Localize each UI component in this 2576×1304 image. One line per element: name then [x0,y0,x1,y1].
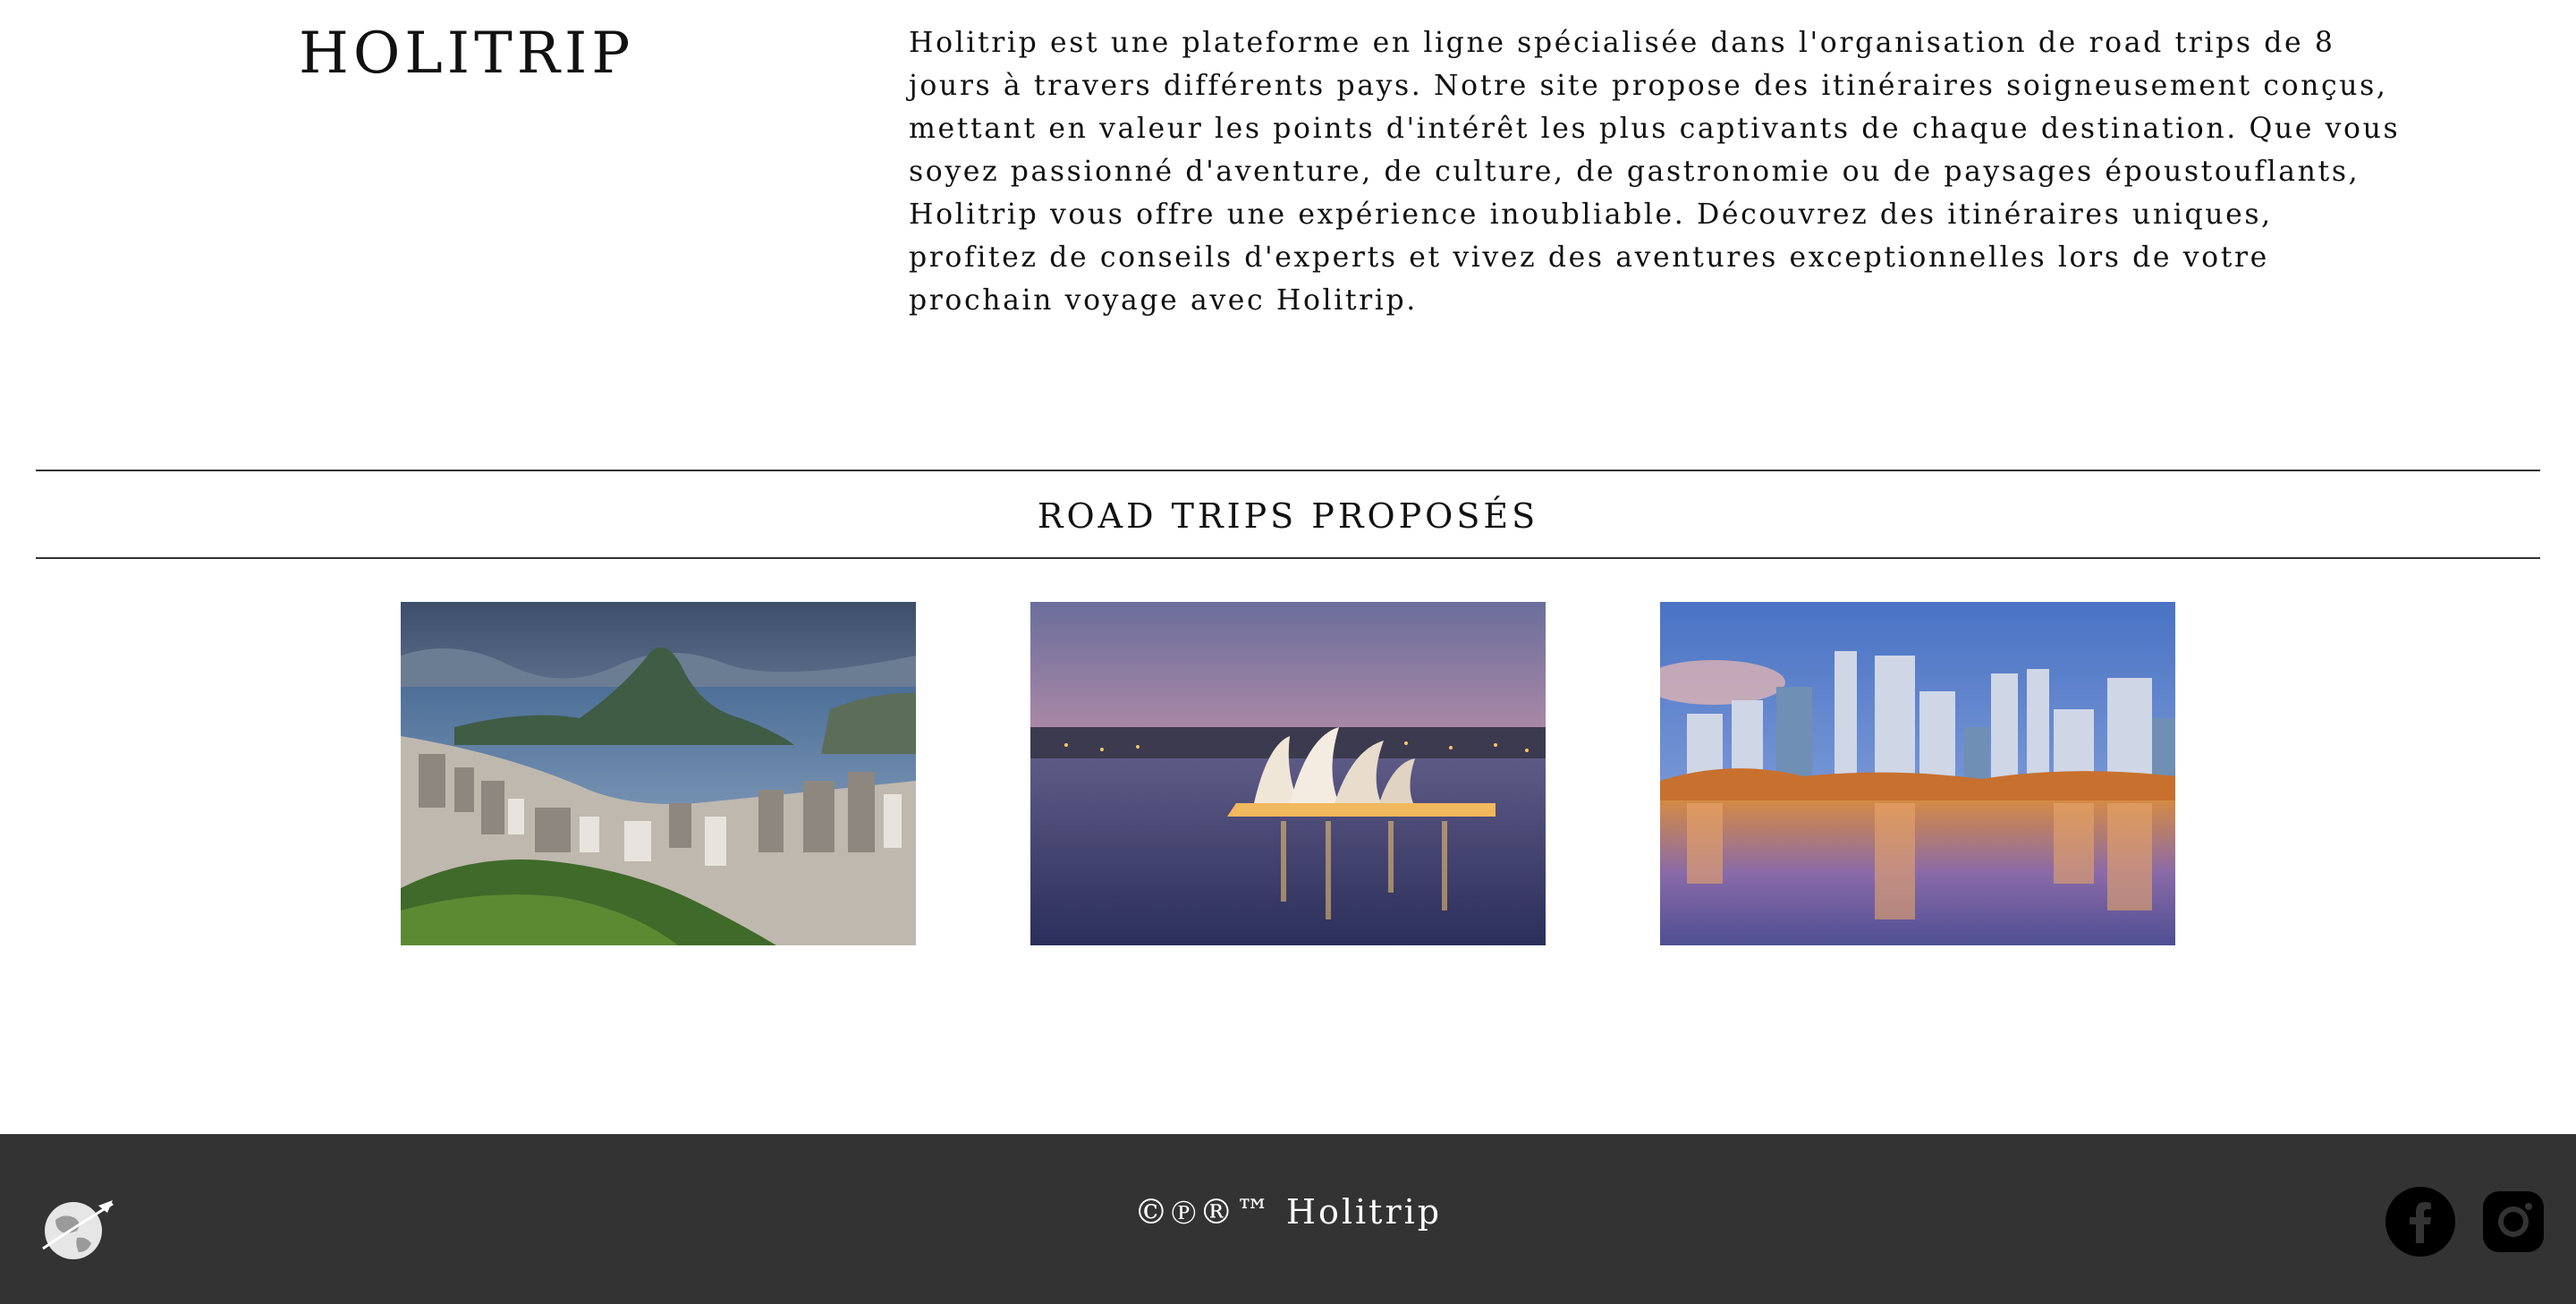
intro-paragraph: Holitrip est une plateforme en ligne spé… [909,27,2401,317]
footer: ©℗®™ Holitrip [0,1134,2576,1304]
road-trip-image-harbour [1030,602,1546,945]
page: HOLITRIP Holitrip est une plateforme en … [0,0,2576,1304]
road-trip-image-bay-city [401,602,916,945]
brand-title[interactable]: HOLITRIP [299,20,634,88]
facebook-icon[interactable] [2385,1186,2456,1257]
road-trip-card-bay-city[interactable] [401,602,916,945]
instagram-icon[interactable] [2478,1186,2549,1257]
road-trip-gallery [0,602,2576,945]
section-title: ROAD TRIPS PROPOSÉS [1037,496,1539,536]
section-divider-top [36,470,2540,471]
copyright-text: ©℗®™ Holitrip [1133,1192,1443,1232]
road-trip-card-harbour[interactable] [1030,602,1546,945]
road-trip-card-skyline[interactable] [1660,602,2175,945]
section-divider-bottom [36,557,2540,559]
road-trip-image-skyline [1660,602,2175,945]
